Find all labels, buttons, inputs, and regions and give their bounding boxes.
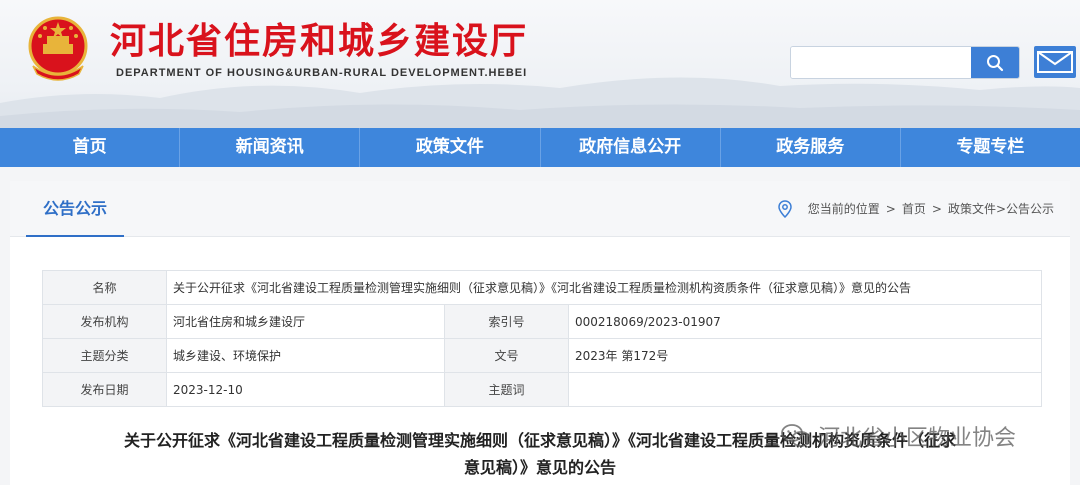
site-title: 河北省住房和城乡建设厅: [110, 21, 529, 62]
tab-announcements[interactable]: 公告公示: [26, 181, 124, 237]
index-value: 000218069/2023-01907: [568, 304, 1042, 339]
publisher-label: 发布机构: [42, 304, 167, 339]
table-row: 发布机构 河北省住房和城乡建设厅 索引号 000218069/2023-0190…: [42, 304, 1042, 339]
publisher-value: 河北省住房和城乡建设厅: [166, 304, 445, 339]
breadcrumb-separator: >: [885, 202, 896, 216]
table-row: 主题分类 城乡建设、环境保护 文号 2023年 第172号: [42, 338, 1042, 373]
wechat-watermark: 河北省小区物业协会: [780, 420, 1016, 452]
nav-item-policy[interactable]: 政策文件: [360, 128, 541, 167]
document-meta-table: 名称 关于公开征求《河北省建设工程质量检测管理实施细则（征求意见稿）》《河北省建…: [42, 270, 1042, 407]
keywords-value: [568, 372, 1042, 407]
table-row: 发布日期 2023-12-10 主题词: [42, 372, 1042, 407]
index-label: 索引号: [444, 304, 569, 339]
doc-number-label: 文号: [444, 338, 569, 373]
date-label: 发布日期: [42, 372, 167, 407]
name-label: 名称: [42, 270, 167, 305]
date-value: 2023-12-10: [166, 372, 445, 407]
nav-item-services[interactable]: 政务服务: [721, 128, 901, 167]
site-header: 河北省住房和城乡建设厅 DEPARTMENT OF HOUSING&URBAN-…: [0, 0, 1080, 128]
breadcrumb: 您当前的位置 > 首页 > 政策文件>公告公示: [778, 181, 1054, 237]
wechat-icon: [781, 424, 811, 447]
nav-item-topics[interactable]: 专题专栏: [901, 128, 1080, 167]
keywords-label: 主题词: [444, 372, 569, 407]
mail-icon[interactable]: [1034, 46, 1076, 78]
breadcrumb-path[interactable]: 政策文件>公告公示: [948, 181, 1054, 237]
category-label: 主题分类: [42, 338, 167, 373]
breadcrumb-prefix: 您当前的位置: [807, 202, 880, 216]
nav-item-gov-info[interactable]: 政府信息公开: [541, 128, 721, 167]
location-pin-icon: [778, 200, 792, 218]
nav-item-home[interactable]: 首页: [0, 128, 181, 167]
search-icon: [987, 54, 1004, 71]
nav-item-news[interactable]: 新闻资讯: [180, 128, 361, 167]
search-box: [790, 46, 1020, 79]
site-subtitle: DEPARTMENT OF HOUSING&URBAN-RURAL DEVELO…: [116, 67, 528, 79]
doc-number-value: 2023年 第172号: [568, 338, 1042, 373]
watermark-text: 河北省小区物业协会: [818, 426, 1017, 451]
search-button[interactable]: [971, 47, 1019, 78]
table-row: 名称 关于公开征求《河北省建设工程质量检测管理实施细则（征求意见稿）》《河北省建…: [42, 270, 1042, 305]
section-tabbar: 公告公示 您当前的位置 > 首页 > 政策文件>公告公示: [10, 181, 1070, 237]
search-input[interactable]: [791, 47, 971, 78]
breadcrumb-separator: >: [931, 202, 942, 216]
national-emblem-icon: [28, 16, 88, 81]
category-value: 城乡建设、环境保护: [166, 338, 445, 373]
article-title-line: 意见稿）》意见的公告: [463, 458, 616, 477]
breadcrumb-home[interactable]: 首页: [902, 181, 926, 237]
name-value: 关于公开征求《河北省建设工程质量检测管理实施细则（征求意见稿）》《河北省建设工程…: [166, 270, 1042, 305]
main-nav: 首页 新闻资讯 政策文件 政府信息公开 政务服务 专题专栏: [0, 128, 1080, 167]
